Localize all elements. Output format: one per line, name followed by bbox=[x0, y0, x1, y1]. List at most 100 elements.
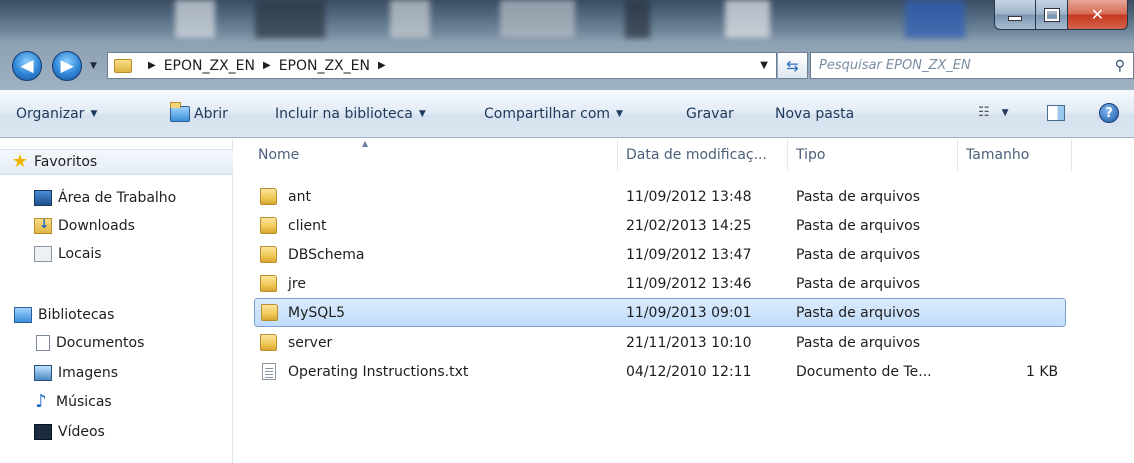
nav-libraries[interactable]: Bibliotecas bbox=[0, 302, 233, 328]
music-note-icon: ♪ bbox=[35, 391, 47, 412]
nav-downloads[interactable]: Downloads bbox=[0, 213, 233, 239]
breadcrumb-separator-icon[interactable]: ▶ bbox=[263, 60, 271, 71]
file-name: client bbox=[288, 218, 327, 234]
search-icon[interactable]: ⚲ bbox=[1115, 58, 1125, 74]
refresh-button[interactable]: ⇆ bbox=[778, 52, 808, 79]
documents-icon bbox=[36, 335, 50, 351]
file-type: Pasta de arquivos bbox=[796, 335, 921, 351]
file-date: 21/02/2013 14:25 bbox=[626, 218, 752, 234]
share-button[interactable]: Compartilhar com ▼ bbox=[484, 106, 623, 122]
videos-icon bbox=[34, 424, 52, 440]
open-folder-icon bbox=[170, 102, 190, 122]
file-name: server bbox=[288, 335, 333, 351]
file-date: 11/09/2012 13:46 bbox=[626, 276, 752, 292]
include-library-label: Incluir na biblioteca bbox=[275, 106, 413, 122]
downloads-icon bbox=[34, 217, 52, 234]
folder-icon bbox=[260, 188, 277, 205]
nav-places[interactable]: Locais bbox=[0, 241, 233, 267]
close-button[interactable]: ✕ bbox=[1068, 0, 1128, 30]
file-row[interactable]: Operating Instructions.txt 04/12/2010 12… bbox=[254, 358, 1066, 387]
details-view-icon: ☷ bbox=[978, 105, 990, 120]
file-date: 11/09/2012 13:48 bbox=[626, 189, 752, 205]
maximize-icon bbox=[1043, 7, 1060, 22]
minimize-icon bbox=[1008, 16, 1022, 21]
file-row[interactable]: client 21/02/2013 14:25 Pasta de arquivo… bbox=[254, 212, 1066, 241]
nav-label: Downloads bbox=[58, 218, 135, 234]
sort-ascending-icon: ▲ bbox=[362, 139, 369, 148]
include-library-button[interactable]: Incluir na biblioteca ▼ bbox=[275, 106, 426, 122]
file-size: 1 KB bbox=[1026, 364, 1059, 380]
column-label: Tipo bbox=[796, 147, 826, 163]
help-button[interactable]: ? bbox=[1099, 103, 1119, 123]
file-row-selected[interactable]: MySQL5 11/09/2013 09:01 Pasta de arquivo… bbox=[254, 298, 1066, 327]
minimize-button[interactable] bbox=[994, 0, 1036, 30]
refresh-icon: ⇆ bbox=[786, 56, 799, 75]
file-row[interactable]: ant 11/09/2012 13:48 Pasta de arquivos bbox=[254, 183, 1066, 212]
preview-pane-button[interactable] bbox=[1047, 105, 1065, 121]
file-name: DBSchema bbox=[288, 247, 365, 263]
nav-label: Músicas bbox=[56, 394, 112, 410]
nav-desktop[interactable]: Área de Trabalho bbox=[0, 185, 233, 211]
open-button[interactable]: Abrir bbox=[170, 102, 228, 122]
breadcrumb-separator-icon[interactable]: ▶ bbox=[378, 60, 386, 71]
nav-label: Locais bbox=[58, 246, 102, 262]
libraries-icon bbox=[14, 307, 32, 323]
file-type: Pasta de arquivos bbox=[796, 276, 921, 292]
folder-icon bbox=[260, 275, 277, 292]
search-placeholder: Pesquisar EPON_ZX_EN bbox=[819, 58, 971, 73]
nav-music[interactable]: ♪ Músicas bbox=[0, 389, 233, 415]
star-icon: ★ bbox=[11, 151, 29, 172]
address-dropdown-icon[interactable]: ▼ bbox=[760, 60, 768, 71]
back-button[interactable]: ◀ bbox=[12, 51, 42, 81]
help-icon: ? bbox=[1099, 103, 1119, 123]
nav-videos[interactable]: Vídeos bbox=[0, 419, 233, 445]
background-blur bbox=[175, 0, 215, 38]
background-blur bbox=[625, 0, 650, 38]
file-row[interactable]: jre 11/09/2012 13:46 Pasta de arquivos bbox=[254, 270, 1066, 299]
column-label: Data de modificaç... bbox=[626, 147, 767, 163]
organize-button[interactable]: Organizar ▼ bbox=[16, 106, 97, 122]
burn-button[interactable]: Gravar bbox=[686, 106, 734, 122]
file-name: Operating Instructions.txt bbox=[288, 364, 469, 380]
breadcrumb-item[interactable]: EPON_ZX_EN bbox=[279, 58, 370, 74]
file-row[interactable]: server 21/11/2013 10:10 Pasta de arquivo… bbox=[254, 329, 1066, 358]
background-blur bbox=[255, 0, 325, 38]
file-type: Pasta de arquivos bbox=[796, 247, 921, 263]
change-view-button[interactable]: ☷ ▼ bbox=[978, 105, 1009, 120]
folder-icon bbox=[261, 304, 278, 321]
address-bar[interactable]: ▶ EPON_ZX_EN ▶ EPON_ZX_EN ▶ ▼ bbox=[107, 52, 777, 79]
search-input[interactable]: Pesquisar EPON_ZX_EN ⚲ bbox=[810, 52, 1134, 79]
open-label: Abrir bbox=[194, 106, 228, 122]
organize-label: Organizar bbox=[16, 106, 85, 122]
column-header-date[interactable]: Data de modificaç... bbox=[618, 139, 788, 171]
column-header-type[interactable]: Tipo bbox=[788, 139, 958, 171]
file-name: ant bbox=[288, 189, 311, 205]
folder-icon bbox=[260, 217, 277, 234]
back-arrow-icon: ◀ bbox=[20, 56, 34, 76]
places-icon bbox=[34, 246, 52, 262]
address-row: ◀ ▶ ▼ ▶ EPON_ZX_EN ▶ EPON_ZX_EN ▶ ▼ ⇆ Pe… bbox=[0, 43, 1134, 90]
preview-pane-icon bbox=[1047, 105, 1065, 121]
breadcrumb-item[interactable]: EPON_ZX_EN bbox=[164, 58, 255, 74]
chevron-down-icon: ▼ bbox=[90, 109, 98, 119]
recent-pages-dropdown[interactable]: ▼ bbox=[90, 61, 97, 71]
file-list: ▲ Nome Data de modificaç... Tipo Tamanho… bbox=[234, 139, 1134, 463]
column-header-size[interactable]: Tamanho bbox=[958, 139, 1072, 171]
navigation-pane: ★ Favoritos Área de Trabalho Downloads L… bbox=[0, 139, 233, 463]
chevron-down-icon: ▼ bbox=[616, 109, 623, 119]
nav-images[interactable]: Imagens bbox=[0, 360, 233, 386]
background-blur bbox=[390, 0, 430, 38]
nav-documents[interactable]: Documentos bbox=[0, 330, 233, 356]
breadcrumb-separator-icon[interactable]: ▶ bbox=[148, 60, 156, 71]
column-header-name[interactable]: ▲ Nome bbox=[250, 139, 618, 171]
file-name: MySQL5 bbox=[288, 305, 345, 321]
new-folder-button[interactable]: Nova pasta bbox=[775, 106, 854, 122]
file-row[interactable]: DBSchema 11/09/2012 13:47 Pasta de arqui… bbox=[254, 241, 1066, 270]
close-icon: ✕ bbox=[1090, 5, 1105, 24]
folder-icon bbox=[114, 58, 132, 73]
burn-label: Gravar bbox=[686, 106, 734, 122]
nav-favorites[interactable]: ★ Favoritos bbox=[0, 149, 233, 175]
forward-button[interactable]: ▶ bbox=[52, 51, 82, 81]
nav-label: Imagens bbox=[58, 365, 119, 381]
maximize-button[interactable] bbox=[1036, 0, 1068, 30]
